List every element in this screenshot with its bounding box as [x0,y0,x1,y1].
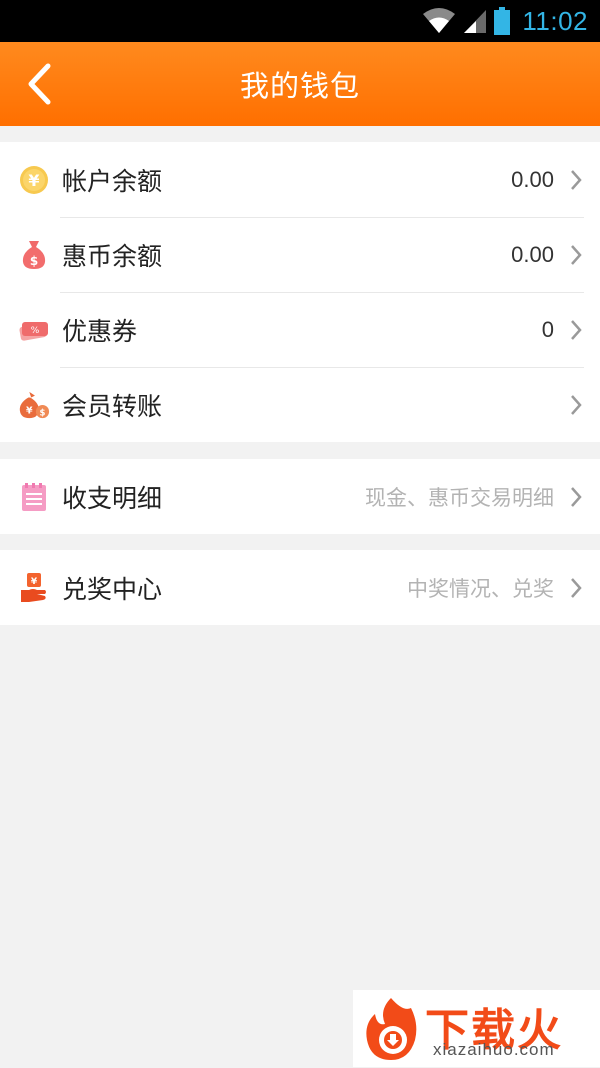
chevron-right-icon [568,393,584,417]
row-label: 优惠券 [62,316,138,346]
svg-text:¥: ¥ [26,405,33,416]
wifi-icon [422,8,456,34]
watermark: 下载火 xiazaihuo.com [353,990,600,1067]
transfer-bags-icon: ¥ $ [18,389,50,421]
back-arrow-icon [28,63,51,105]
row-account-balance[interactable]: ¥ 帐户余额 0.00 [0,142,600,217]
money-bag-icon: $ [18,239,50,271]
row-hint: 现金、惠币交易明细 [365,485,554,510]
battery-icon [494,7,511,35]
page-title: 我的钱包 [239,69,360,103]
flame-logo-icon [361,994,423,1068]
coupon-count-value: 0 [541,316,554,342]
svg-text:¥: ¥ [31,577,38,587]
header-bar: 我的钱包 [0,42,600,126]
svg-text:$: $ [30,254,38,268]
row-label: 惠币余额 [62,241,163,271]
prize-hand-icon: ¥ [18,572,50,604]
coupon-icon: % [18,314,50,346]
transactions-group: 收支明细 现金、惠币交易明细 [0,459,600,534]
signal-icon [462,8,488,34]
chevron-right-icon [568,318,584,342]
chevron-right-icon [568,168,584,192]
row-hint: 中奖情况、兑奖 [407,576,554,601]
status-time: 11:02 [522,5,588,36]
yen-coin-icon: ¥ [18,164,50,196]
row-label: 帐户余额 [62,166,163,196]
svg-text:$: $ [40,407,46,417]
row-coupons[interactable]: % 优惠券 0 [0,292,600,367]
svg-text:%: % [31,326,40,336]
row-income-expense-details[interactable]: 收支明细 现金、惠币交易明细 [0,459,600,534]
svg-text:¥: ¥ [28,171,39,190]
chevron-right-icon [568,485,584,509]
wallet-balance-group: ¥ 帐户余额 0.00 $ 惠币余额 0.00 % 优惠券 0 ¥ $ 会员转账 [0,142,600,442]
row-prize-center[interactable]: ¥ 兑奖中心 中奖情况、兑奖 [0,550,600,625]
watermark-domain: xiazaihuo.com [433,1040,555,1059]
chevron-right-icon [568,576,584,600]
row-label: 兑奖中心 [62,574,163,604]
row-label: 收支明细 [62,483,163,513]
huibi-balance-value: 0.00 [511,241,554,267]
notepad-icon [18,481,50,513]
row-label: 会员转账 [62,391,163,421]
row-huibi-balance[interactable]: $ 惠币余额 0.00 [0,217,600,292]
back-button[interactable] [14,56,64,112]
account-balance-value: 0.00 [511,166,554,192]
chevron-right-icon [568,243,584,267]
prize-group: ¥ 兑奖中心 中奖情况、兑奖 [0,550,600,625]
status-bar: 11:02 [0,0,600,42]
row-member-transfer[interactable]: ¥ $ 会员转账 [0,367,600,442]
